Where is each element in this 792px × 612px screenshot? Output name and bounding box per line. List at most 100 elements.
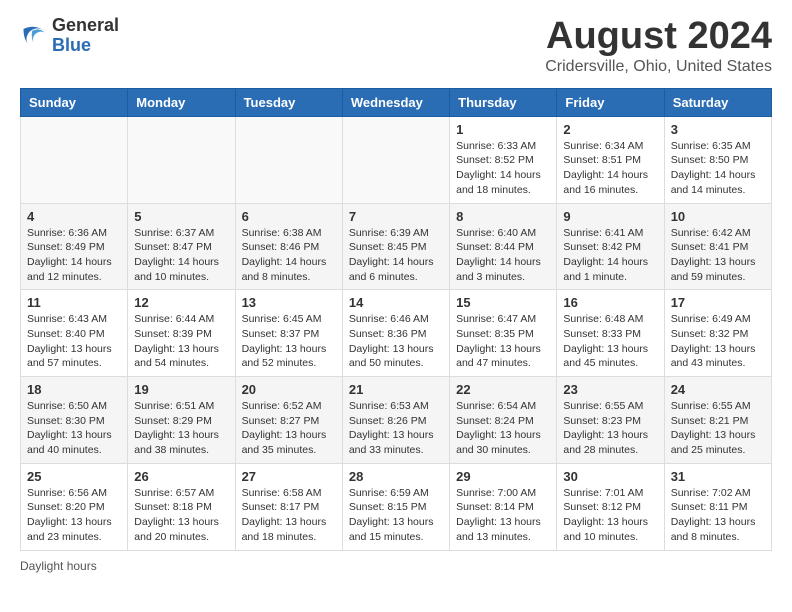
day-info: Sunrise: 6:42 AM Sunset: 8:41 PM Dayligh…: [671, 226, 765, 285]
calendar-cell: 23Sunrise: 6:55 AM Sunset: 8:23 PM Dayli…: [557, 377, 664, 464]
calendar-cell: [21, 116, 128, 203]
day-info: Sunrise: 6:59 AM Sunset: 8:15 PM Dayligh…: [349, 486, 443, 545]
calendar-cell: 9 Sunrise: 6:41 AM Sunset: 8:42 PM Daylig…: [557, 203, 664, 290]
day-info: Sunrise: 7:02 AM Sunset: 8:11 PM Dayligh…: [671, 486, 765, 545]
calendar-cell: 30Sunrise: 7:01 AM Sunset: 8:12 PM Dayli…: [557, 463, 664, 550]
day-info: Sunrise: 6:44 AM Sunset: 8:39 PM Dayligh…: [134, 312, 228, 371]
calendar-header: SundayMondayTuesdayWednesdayThursdayFrid…: [21, 88, 772, 116]
calendar-cell: 26 Sunrise: 6:57 AM Sunset: 8:18 PM Dayli…: [128, 463, 235, 550]
calendar-cell: 20 Sunrise: 6:52 AM Sunset: 8:27 PM Dayli…: [235, 377, 342, 464]
logo-icon: [20, 22, 48, 50]
day-info: Sunrise: 6:41 AM Sunset: 8:42 PM Dayligh…: [563, 226, 657, 285]
day-number: 7: [349, 209, 443, 224]
day-number: 27: [242, 469, 336, 484]
calendar-cell: 31 Sunrise: 7:02 AM Sunset: 8:11 PM Dayli…: [664, 463, 771, 550]
day-info: Sunrise: 6:54 AM Sunset: 8:24 PM Dayligh…: [456, 399, 550, 458]
main-title: August 2024: [545, 16, 772, 58]
day-number: 5: [134, 209, 228, 224]
day-header-monday: Monday: [128, 88, 235, 116]
daylight-label: Daylight hours: [20, 559, 97, 573]
day-info: Sunrise: 6:55 AM Sunset: 8:21 PM Dayligh…: [671, 399, 765, 458]
day-number: 22: [456, 382, 550, 397]
day-info: Sunrise: 6:40 AM Sunset: 8:44 PM Dayligh…: [456, 226, 550, 285]
calendar-week-2: 4 Sunrise: 6:36 AM Sunset: 8:49 PM Daylig…: [21, 203, 772, 290]
day-info: Sunrise: 6:56 AM Sunset: 8:20 PM Dayligh…: [27, 486, 121, 545]
day-number: 11: [27, 295, 121, 310]
calendar-cell: 15 Sunrise: 6:47 AM Sunset: 8:35 PM Dayli…: [450, 290, 557, 377]
day-number: 30: [563, 469, 657, 484]
subtitle: Cridersville, Ohio, United States: [545, 58, 772, 76]
day-info: Sunrise: 6:55 AM Sunset: 8:23 PM Dayligh…: [563, 399, 657, 458]
day-number: 1: [456, 122, 550, 137]
day-number: 17: [671, 295, 765, 310]
day-info: Sunrise: 6:50 AM Sunset: 8:30 PM Dayligh…: [27, 399, 121, 458]
day-number: 25: [27, 469, 121, 484]
calendar-cell: [128, 116, 235, 203]
logo-text: General Blue: [52, 16, 119, 56]
day-number: 4: [27, 209, 121, 224]
day-number: 3: [671, 122, 765, 137]
day-number: 28: [349, 469, 443, 484]
calendar-cell: 13Sunrise: 6:45 AM Sunset: 8:37 PM Dayli…: [235, 290, 342, 377]
calendar-week-5: 25 Sunrise: 6:56 AM Sunset: 8:20 PM Dayli…: [21, 463, 772, 550]
day-number: 20: [242, 382, 336, 397]
days-of-week-row: SundayMondayTuesdayWednesdayThursdayFrid…: [21, 88, 772, 116]
day-number: 12: [134, 295, 228, 310]
day-number: 15: [456, 295, 550, 310]
day-header-sunday: Sunday: [21, 88, 128, 116]
day-info: Sunrise: 6:52 AM Sunset: 8:27 PM Dayligh…: [242, 399, 336, 458]
calendar-cell: 16Sunrise: 6:48 AM Sunset: 8:33 PM Dayli…: [557, 290, 664, 377]
calendar-cell: [235, 116, 342, 203]
day-number: 31: [671, 469, 765, 484]
day-number: 9: [563, 209, 657, 224]
calendar-cell: 2Sunrise: 6:34 AM Sunset: 8:51 PM Daylig…: [557, 116, 664, 203]
calendar-cell: 17 Sunrise: 6:49 AM Sunset: 8:32 PM Dayli…: [664, 290, 771, 377]
day-info: Sunrise: 6:48 AM Sunset: 8:33 PM Dayligh…: [563, 312, 657, 371]
day-info: Sunrise: 6:47 AM Sunset: 8:35 PM Dayligh…: [456, 312, 550, 371]
day-header-tuesday: Tuesday: [235, 88, 342, 116]
day-number: 21: [349, 382, 443, 397]
calendar-cell: 18Sunrise: 6:50 AM Sunset: 8:30 PM Dayli…: [21, 377, 128, 464]
calendar-cell: 7 Sunrise: 6:39 AM Sunset: 8:45 PM Daylig…: [342, 203, 449, 290]
day-info: Sunrise: 6:58 AM Sunset: 8:17 PM Dayligh…: [242, 486, 336, 545]
calendar-cell: 21Sunrise: 6:53 AM Sunset: 8:26 PM Dayli…: [342, 377, 449, 464]
calendar-cell: 3 Sunrise: 6:35 AM Sunset: 8:50 PM Daylig…: [664, 116, 771, 203]
title-area: August 2024 Cridersville, Ohio, United S…: [545, 16, 772, 76]
day-info: Sunrise: 7:00 AM Sunset: 8:14 PM Dayligh…: [456, 486, 550, 545]
day-header-saturday: Saturday: [664, 88, 771, 116]
header: General Blue August 2024 Cridersville, O…: [20, 16, 772, 76]
logo-blue-text: Blue: [52, 36, 119, 56]
day-number: 2: [563, 122, 657, 137]
day-number: 6: [242, 209, 336, 224]
logo-general-text: General: [52, 16, 119, 36]
calendar-cell: 28 Sunrise: 6:59 AM Sunset: 8:15 PM Dayli…: [342, 463, 449, 550]
day-info: Sunrise: 6:49 AM Sunset: 8:32 PM Dayligh…: [671, 312, 765, 371]
calendar-cell: 11Sunrise: 6:43 AM Sunset: 8:40 PM Dayli…: [21, 290, 128, 377]
calendar-cell: 25 Sunrise: 6:56 AM Sunset: 8:20 PM Dayli…: [21, 463, 128, 550]
day-number: 13: [242, 295, 336, 310]
day-number: 14: [349, 295, 443, 310]
calendar-cell: [342, 116, 449, 203]
day-header-thursday: Thursday: [450, 88, 557, 116]
day-info: Sunrise: 6:35 AM Sunset: 8:50 PM Dayligh…: [671, 139, 765, 198]
calendar-cell: 29Sunrise: 7:00 AM Sunset: 8:14 PM Dayli…: [450, 463, 557, 550]
day-info: Sunrise: 6:33 AM Sunset: 8:52 PM Dayligh…: [456, 139, 550, 198]
day-info: Sunrise: 6:57 AM Sunset: 8:18 PM Dayligh…: [134, 486, 228, 545]
day-number: 19: [134, 382, 228, 397]
calendar-cell: 19 Sunrise: 6:51 AM Sunset: 8:29 PM Dayli…: [128, 377, 235, 464]
calendar-cell: 12 Sunrise: 6:44 AM Sunset: 8:39 PM Dayli…: [128, 290, 235, 377]
day-info: Sunrise: 6:46 AM Sunset: 8:36 PM Dayligh…: [349, 312, 443, 371]
day-info: Sunrise: 6:36 AM Sunset: 8:49 PM Dayligh…: [27, 226, 121, 285]
day-info: Sunrise: 6:51 AM Sunset: 8:29 PM Dayligh…: [134, 399, 228, 458]
day-number: 24: [671, 382, 765, 397]
day-number: 26: [134, 469, 228, 484]
day-header-friday: Friday: [557, 88, 664, 116]
calendar-week-1: 1 Sunrise: 6:33 AM Sunset: 8:52 PM Daylig…: [21, 116, 772, 203]
day-info: Sunrise: 6:39 AM Sunset: 8:45 PM Dayligh…: [349, 226, 443, 285]
calendar-cell: 5Sunrise: 6:37 AM Sunset: 8:47 PM Daylig…: [128, 203, 235, 290]
logo: General Blue: [20, 16, 119, 56]
calendar-cell: 6Sunrise: 6:38 AM Sunset: 8:46 PM Daylig…: [235, 203, 342, 290]
calendar: SundayMondayTuesdayWednesdayThursdayFrid…: [20, 88, 772, 551]
calendar-week-4: 18Sunrise: 6:50 AM Sunset: 8:30 PM Dayli…: [21, 377, 772, 464]
calendar-cell: 4 Sunrise: 6:36 AM Sunset: 8:49 PM Daylig…: [21, 203, 128, 290]
